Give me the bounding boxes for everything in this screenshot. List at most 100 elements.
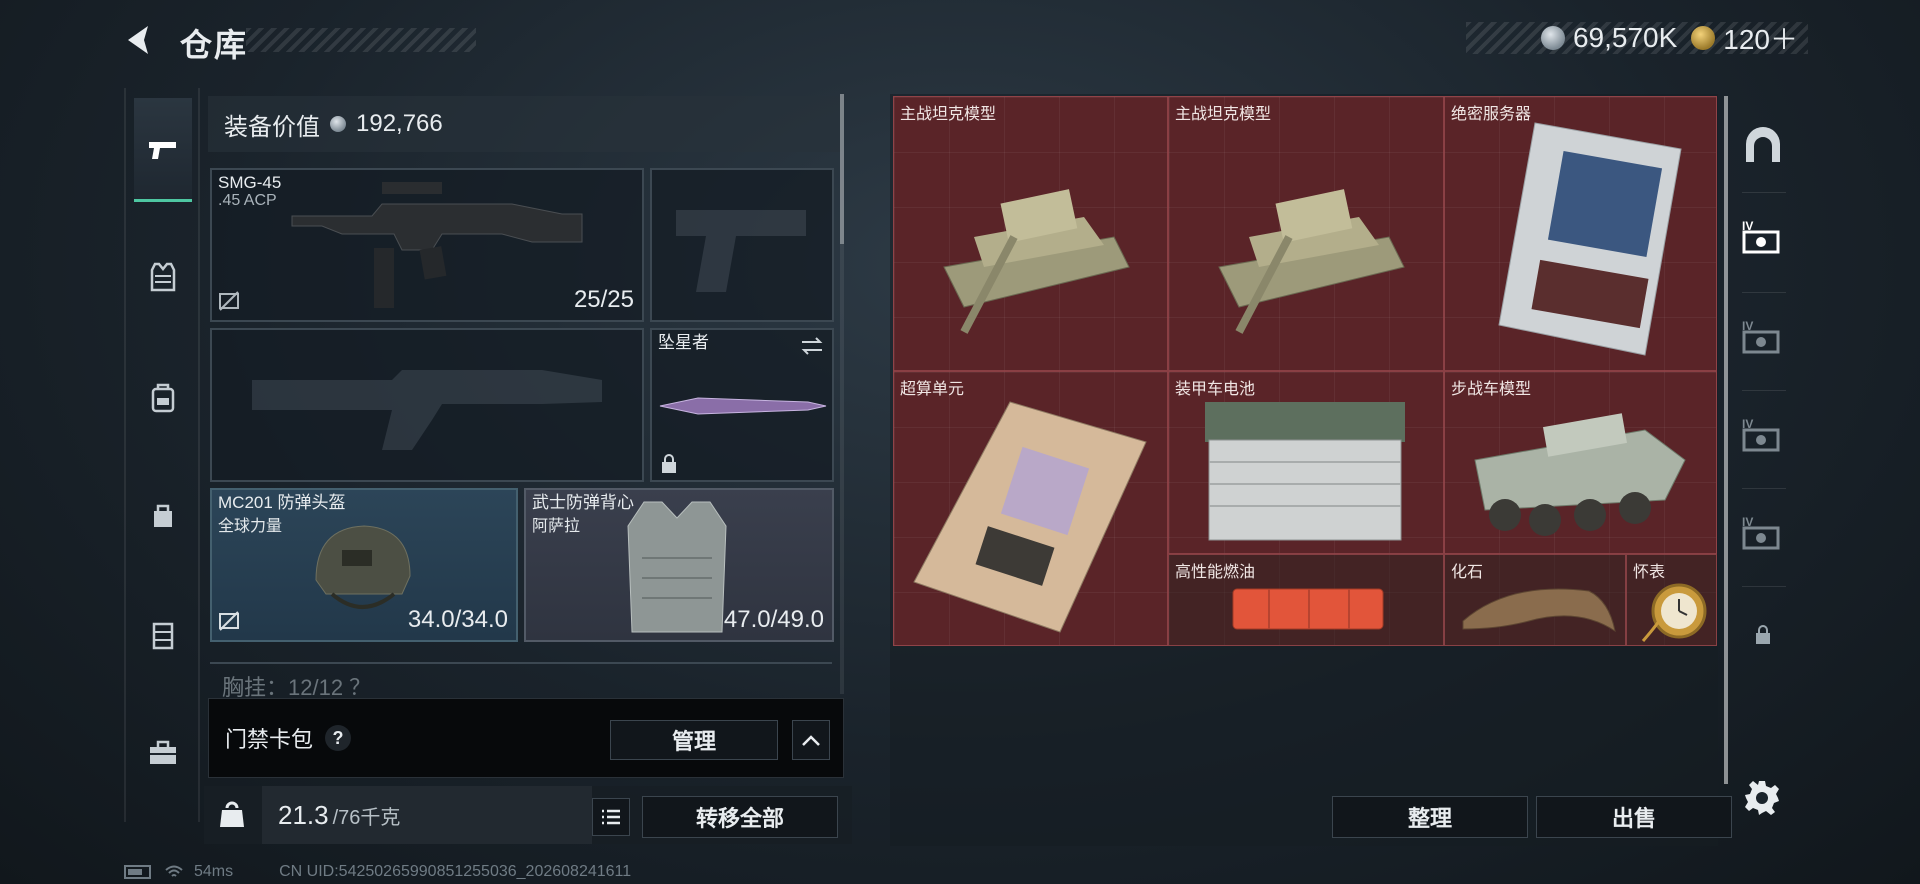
storage-item-server[interactable]: 绝密服务器	[1444, 96, 1717, 371]
back-button[interactable]	[122, 22, 158, 58]
case-icon	[152, 622, 174, 650]
wifi-icon	[165, 865, 183, 877]
pistol-placeholder-icon	[676, 210, 806, 292]
silver-coin-icon	[1540, 26, 1565, 50]
kettlebell-icon	[220, 801, 244, 827]
compute-unit-icon	[913, 401, 1147, 633]
tab-storage-3[interactable]: IV	[1740, 412, 1786, 458]
nav-weapons[interactable]	[134, 98, 192, 202]
swap-icon[interactable]	[800, 336, 824, 356]
ping-text: 54ms	[194, 863, 234, 880]
weapon-name: SMG-45	[218, 173, 282, 192]
pocket-watch-icon	[1641, 583, 1707, 642]
armor-faction: 阿萨拉	[532, 518, 581, 535]
silver-currency[interactable]: 69,570K	[1540, 22, 1678, 54]
silver-amount: 69,570K	[1572, 22, 1678, 53]
equipment-value-label: 装备价值	[224, 113, 320, 141]
nav-case[interactable]	[134, 606, 192, 664]
tank-model-icon	[943, 189, 1130, 334]
storage-item-tank-2[interactable]: 主战坦克模型	[1168, 96, 1444, 371]
sort-button[interactable]: 整理	[1332, 796, 1528, 838]
storage-item-compute-unit[interactable]: 超算单元	[893, 371, 1168, 646]
nav-pouch[interactable]	[134, 486, 192, 544]
nav-backpack[interactable]	[134, 368, 192, 426]
armor-durability: 47.0/49.0	[723, 606, 824, 633]
equipment-scroll-thumb[interactable]	[840, 94, 844, 244]
weapon-ammo-count: 25/25	[573, 286, 634, 313]
page-title: 仓库	[180, 27, 249, 63]
currency-bar: 69,570K 120＋	[1466, 22, 1808, 55]
server-icon	[1498, 122, 1682, 356]
weight-readout: 21.3 /76千克	[262, 786, 592, 844]
tab-storage-2[interactable]: IV	[1740, 314, 1786, 360]
smg-icon	[291, 182, 583, 308]
gold-coin-icon	[1691, 26, 1716, 50]
primary-weapon-slot[interactable]: SMG-45 .45 ACP 25/25	[210, 168, 644, 322]
melee-slot[interactable]: 坠星者	[650, 328, 834, 482]
fuel-icon	[1232, 588, 1384, 630]
list-icon	[602, 809, 620, 825]
tank-model-icon	[1218, 189, 1405, 334]
vest-icon	[150, 262, 176, 292]
manage-button[interactable]: 管理	[610, 720, 778, 760]
storage-tier-icon: IV	[1742, 417, 1780, 452]
secondary-weapon-slot[interactable]	[210, 328, 644, 482]
weapon-ammo: .45 ACP	[218, 192, 277, 209]
storage-item-battery[interactable]: 装甲车电池	[1168, 371, 1444, 554]
helmet-icon	[315, 525, 411, 609]
armor-slot[interactable]: 武士防弹背心 阿萨拉 47.0/49.0	[524, 488, 834, 642]
category-sidebar	[124, 88, 200, 822]
ifv-model-icon	[1474, 413, 1686, 536]
weight-icon	[212, 792, 252, 836]
uninsured-icon	[219, 611, 239, 631]
title-decoration	[246, 28, 476, 52]
storage-tier-icon: IV	[1742, 319, 1780, 354]
storage-item-fossil[interactable]: 化石	[1444, 554, 1626, 646]
equipment-value-header: 装备价值 192,766	[208, 96, 840, 152]
pistol-icon	[149, 142, 176, 159]
tab-storage-1[interactable]: IV	[1740, 214, 1786, 260]
settings-button[interactable]	[1742, 778, 1782, 818]
lock-icon	[1756, 625, 1770, 644]
list-view-button[interactable]	[592, 798, 630, 836]
silver-coin-icon	[330, 116, 346, 132]
tab-home[interactable]	[1740, 122, 1786, 168]
lock-icon	[662, 454, 676, 473]
gear-icon	[1745, 781, 1779, 815]
uid-text: CN UID:5425026599085125503​6_20260824161…	[279, 863, 632, 880]
keycard-label: 门禁卡包	[225, 727, 314, 752]
back-arrow-icon	[128, 26, 148, 54]
chevron-up-icon	[802, 735, 820, 746]
sell-button[interactable]: 出售	[1536, 796, 1732, 838]
keycard-help-button[interactable]: ?	[325, 725, 352, 751]
rifle-placeholder-icon	[252, 370, 602, 450]
fossil-icon	[1462, 588, 1616, 633]
nav-toolbox[interactable]	[134, 724, 192, 782]
melee-name: 坠星者	[658, 333, 709, 352]
helmet-faction: 全球力量	[218, 518, 283, 535]
helmet-slot[interactable]: MC201 防弹头盔 全球力量 34.0/34.0	[210, 488, 518, 642]
storage-item-pocket-watch[interactable]: 怀表	[1626, 554, 1717, 646]
storage-item-tank-1[interactable]: 主战坦克模型	[893, 96, 1168, 371]
gold-currency[interactable]: 120＋	[1691, 18, 1798, 58]
chest-rig-row[interactable]: 胸挂：12/12 ？	[210, 662, 832, 702]
tab-storage-4[interactable]: IV	[1740, 510, 1786, 556]
nav-vest[interactable]	[134, 248, 192, 306]
storage-item-fuel[interactable]: 高性能燃油	[1168, 554, 1444, 646]
battery-status-icon	[124, 865, 151, 879]
storage-item-ifv[interactable]: 步战车模型	[1444, 371, 1717, 554]
battery-icon	[1205, 402, 1405, 541]
equipment-value: 192,766	[356, 110, 443, 137]
backpack-icon	[151, 383, 175, 413]
transfer-all-button[interactable]: 转移全部	[642, 796, 838, 838]
storage-tabs: IV IV IV IV	[1728, 96, 1792, 846]
toolbox-icon	[150, 740, 176, 764]
item-label: 主战坦克模型	[900, 106, 997, 123]
pistol-slot[interactable]	[650, 168, 834, 322]
tab-locked[interactable]	[1740, 612, 1786, 658]
helmet-durability: 34.0/34.0	[407, 606, 508, 633]
weight-max: /76千克	[332, 806, 401, 829]
collapse-button[interactable]	[792, 720, 830, 760]
gold-amount: 120＋	[1723, 24, 1798, 55]
storage-tier-icon: IV	[1742, 219, 1780, 254]
